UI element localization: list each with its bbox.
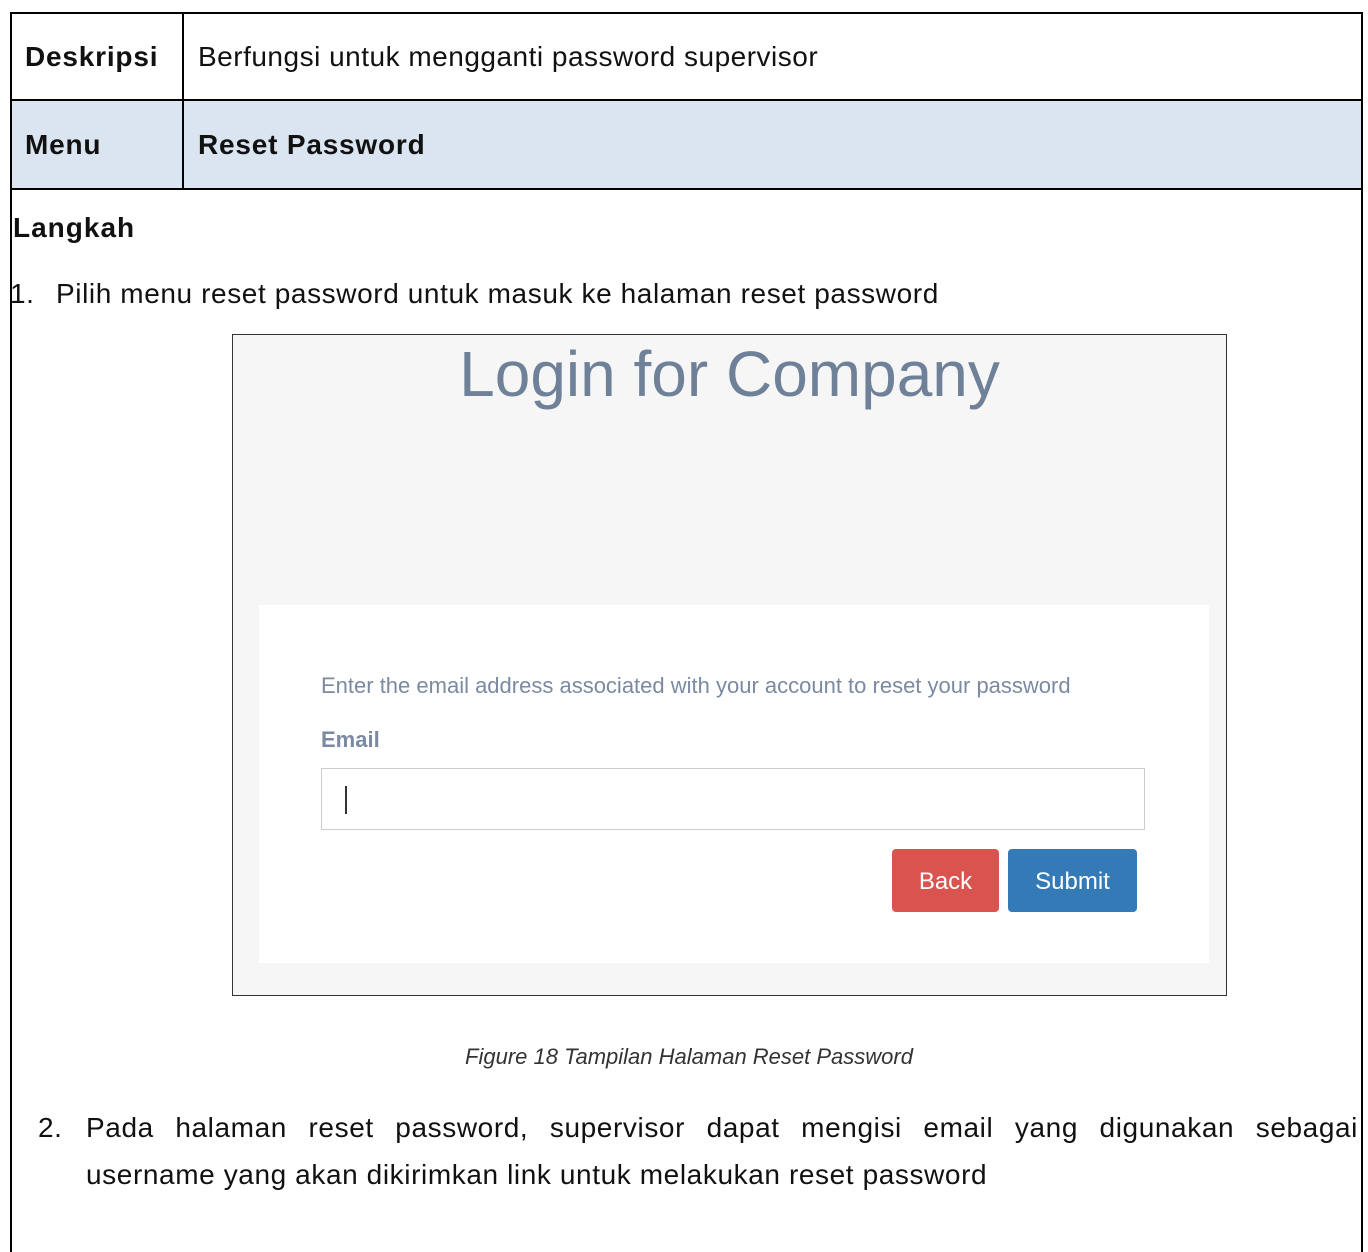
text-cursor — [345, 786, 347, 814]
back-button[interactable]: Back — [892, 849, 999, 912]
email-field[interactable] — [321, 768, 1145, 830]
description-value: Berfungsi untuk mengganti password super… — [198, 40, 819, 72]
figure-caption: Figure 18 Tampilan Halaman Reset Passwor… — [465, 1044, 913, 1069]
submit-button[interactable]: Submit — [1008, 849, 1137, 912]
reset-form-card: Enter the email address associated with … — [259, 605, 1209, 963]
step-2-number: 2. — [38, 1112, 63, 1143]
reset-instruction: Enter the email address associated with … — [321, 673, 1071, 698]
menu-value: Reset Password — [198, 128, 426, 160]
menu-row: Menu Reset Password — [12, 101, 1361, 190]
step-1-text: Pilih menu reset password untuk masuk ke… — [56, 278, 939, 309]
step-1: 1. Pilih menu reset password untuk masuk … — [10, 278, 939, 310]
steps-title: Langkah — [13, 212, 136, 243]
description-label: Deskripsi — [12, 14, 184, 99]
description-row: Deskripsi Berfungsi untuk mengganti pass… — [12, 14, 1361, 101]
menu-label: Menu — [12, 101, 184, 188]
email-label: Email — [321, 727, 380, 752]
screenshot-title: Login for Company — [459, 338, 1000, 410]
step-2-text: Pada halaman reset password, supervisor … — [86, 1112, 1358, 1190]
reset-password-screenshot: Login for Company Enter the email addres… — [232, 334, 1227, 996]
step-1-number: 1. — [10, 278, 35, 309]
step-2: 2. Pada halaman reset password, supervis… — [38, 1104, 1358, 1198]
